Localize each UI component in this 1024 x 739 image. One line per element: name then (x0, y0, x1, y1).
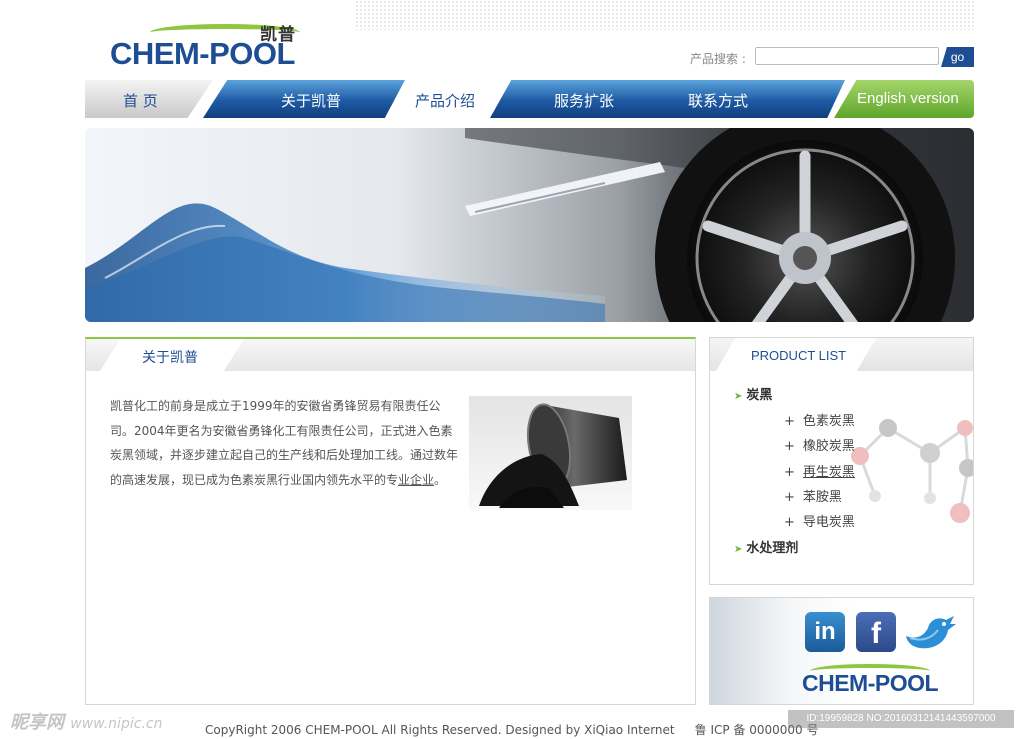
product-item-label: 再生炭黑 (802, 465, 855, 480)
nav-item-home[interactable]: 首 页 (123, 90, 158, 111)
twitter-bird-icon[interactable] (902, 612, 958, 654)
about-panel-title: 关于凯普 (142, 350, 198, 366)
hero-banner (85, 128, 974, 322)
watermark-url: www.nipic.cn (70, 716, 163, 732)
product-item[interactable]: + 橡胶炭黑 (784, 435, 855, 454)
product-item-label: 橡胶炭黑 (802, 439, 855, 454)
category-water-treatment[interactable]: ➤ 水处理剂 (734, 537, 798, 556)
about-description: 凯普化工的前身是成立于1999年的安徽省勇锋贸易有限责任公司。2004年更名为安… (110, 394, 460, 492)
product-item-label: 苯胺黑 (802, 490, 842, 505)
plus-icon: + (784, 439, 795, 454)
facebook-icon[interactable]: f (856, 612, 896, 652)
nav-item-about[interactable]: 关于凯普 (281, 90, 341, 111)
about-text-link[interactable]: 业企业 (398, 473, 434, 487)
plus-icon: + (784, 515, 795, 530)
category-label: 炭黑 (746, 388, 773, 403)
nav-item-english[interactable]: English version (857, 90, 959, 107)
category-arrow-icon: ➤ (734, 391, 743, 402)
watermark-site: 昵享网 www.nipic.cn (10, 708, 162, 734)
nav-item-products[interactable]: 产品介绍 (415, 90, 475, 111)
category-carbon-black[interactable]: ➤ 炭黑 (734, 384, 772, 403)
about-text-end: 。 (434, 472, 447, 487)
watermark-site-name: 昵享网 (10, 712, 64, 733)
product-item[interactable]: + 再生炭黑 (784, 461, 855, 480)
logo-english-name: CHEM-POOL (110, 36, 295, 71)
product-item[interactable]: + 色素炭黑 (784, 410, 855, 429)
product-item-label: 色素炭黑 (802, 414, 855, 429)
product-item[interactable]: + 苯胺黑 (784, 486, 842, 505)
plus-icon: + (784, 414, 795, 429)
social-panel: in f CHEM-POOL (709, 597, 974, 705)
banner-illustration (85, 128, 974, 322)
plus-icon: + (784, 490, 795, 505)
category-arrow-icon: ➤ (734, 544, 743, 555)
molecule-decoration (851, 419, 973, 523)
social-logo-text: CHEM-POOL (802, 670, 939, 696)
product-list-title: PRODUCT LIST (751, 348, 847, 363)
linkedin-icon[interactable]: in (805, 612, 845, 652)
footer: CopyRight 2006 CHEM-POOL All Rights Rese… (205, 721, 818, 738)
search-input[interactable] (755, 47, 939, 65)
product-list-panel: PRODUCT LIST ➤ 炭黑 + 色素炭黑 + 橡胶炭黑 + 再生炭黑 + 苯胺黑 … (709, 337, 974, 585)
main-nav: 首 页 关于凯普 产品介绍 服务扩张 联系方式 English version (85, 80, 974, 118)
nav-item-contact[interactable]: 联系方式 (688, 90, 748, 111)
header-dot-pattern (355, 0, 975, 30)
watermark-id: ID:19959828 NO:20160312141443597000 (788, 710, 1014, 728)
search-label: 产品搜索 : (690, 52, 746, 66)
about-panel: 关于凯普 凯普化工的前身是成立于1999年的安徽省勇锋贸易有限责任公司。2004… (85, 337, 696, 705)
plus-icon: + (784, 465, 795, 480)
nav-services-bg (490, 80, 845, 118)
site-logo[interactable]: 凯普 CHEM-POOL (110, 20, 340, 71)
product-item-label: 导电炭黑 (802, 515, 855, 530)
nav-item-services[interactable]: 服务扩张 (554, 90, 614, 111)
category-label: 水处理剂 (746, 541, 799, 556)
carbon-black-photo (469, 396, 632, 510)
search-go-button[interactable]: go (941, 47, 974, 67)
product-item[interactable]: + 导电炭黑 (784, 511, 855, 530)
footer-copyright: CopyRight 2006 CHEM-POOL All Rights Rese… (205, 723, 675, 737)
